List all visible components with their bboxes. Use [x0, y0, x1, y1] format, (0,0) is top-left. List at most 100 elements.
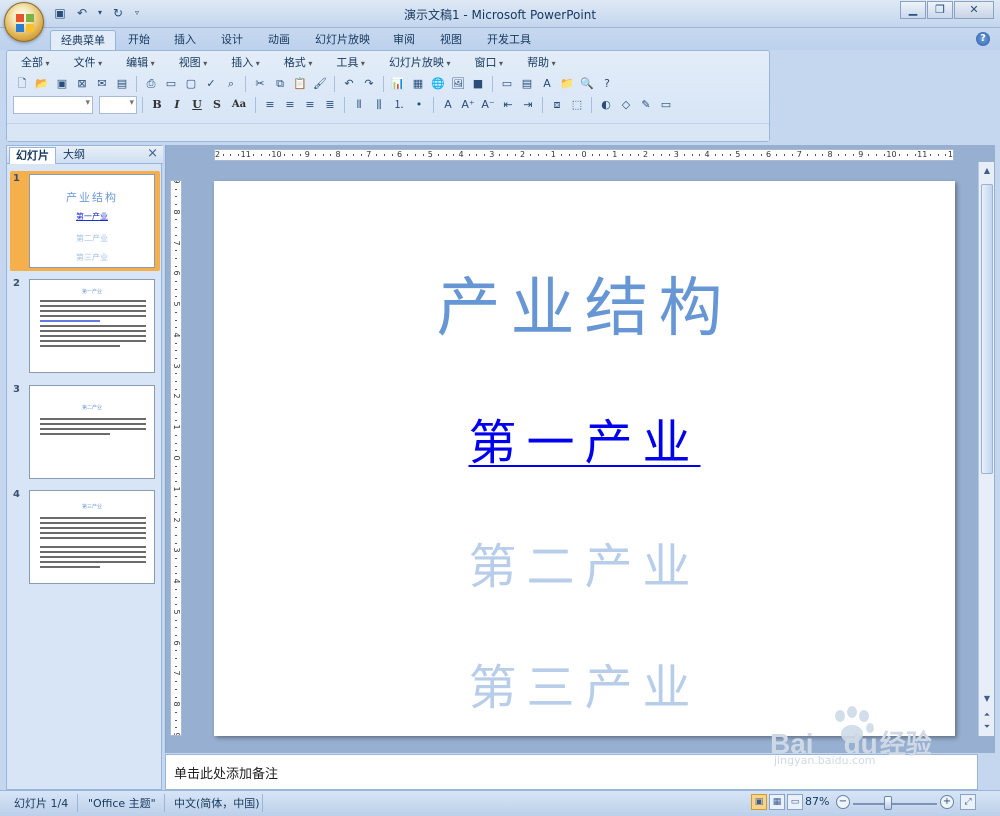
new-slide-icon[interactable]: ▭: [498, 75, 516, 93]
menu-file[interactable]: 文件: [66, 54, 111, 72]
tab-design[interactable]: 设计: [211, 30, 253, 50]
notes-pane[interactable]: 单击此处添加备注: [165, 754, 978, 790]
more-icon[interactable]: ▭: [657, 96, 675, 114]
menu-view[interactable]: 视图: [171, 54, 216, 72]
vertical-scrollbar[interactable]: ▲ ▼ ⏶ ⏷: [978, 162, 994, 736]
theme-indicator[interactable]: "Office 主题": [88, 795, 156, 811]
menu-window[interactable]: 窗口: [467, 54, 512, 72]
grow-font-icon[interactable]: A⁺: [459, 96, 477, 114]
shape-effects-icon[interactable]: ✎: [637, 96, 655, 114]
textbox-icon[interactable]: A: [538, 75, 556, 93]
tab-home[interactable]: 开始: [118, 30, 160, 50]
align-right-icon[interactable]: ≡: [301, 96, 319, 114]
bullets-icon[interactable]: •: [410, 96, 428, 114]
folder-icon[interactable]: 📁: [558, 75, 576, 93]
menu-slideshow[interactable]: 幻灯片放映: [381, 54, 459, 72]
zoom-out-icon[interactable]: −: [836, 795, 850, 809]
office-button[interactable]: [4, 2, 44, 42]
hyperlink-primary-industry[interactable]: 第一产业: [214, 403, 955, 473]
slideshow-view-icon[interactable]: ▭: [787, 794, 803, 810]
font-family-combo[interactable]: [13, 96, 93, 114]
normal-view-icon[interactable]: ▣: [751, 794, 767, 810]
slide-thumbnail-1[interactable]: 1 产业结构 第一产业 第二产业 第三产业: [10, 171, 160, 271]
redo-icon[interactable]: ↷: [360, 75, 378, 93]
shape-fill-icon[interactable]: ◐: [597, 96, 615, 114]
tab-slideshow[interactable]: 幻灯片放映: [305, 30, 380, 50]
save-icon[interactable]: ▣: [53, 75, 71, 93]
align-center-icon[interactable]: ≡: [281, 96, 299, 114]
menu-help[interactable]: 帮助: [519, 54, 564, 72]
slide-sorter-view-icon[interactable]: ▦: [769, 794, 785, 810]
slide-thumbnail-4[interactable]: 4 第三产业: [10, 487, 160, 587]
slide-item-tertiary-industry[interactable]: 第三产业: [214, 648, 955, 718]
tab-slides[interactable]: 幻灯片: [9, 147, 56, 164]
zoom-level[interactable]: 87%: [805, 795, 829, 808]
menu-tools[interactable]: 工具: [328, 54, 373, 72]
email-icon[interactable]: ✉: [93, 75, 111, 93]
fit-to-window-icon[interactable]: ⤢: [960, 794, 976, 810]
tab-classic-menu[interactable]: 经典菜单: [50, 30, 116, 50]
minimize-button[interactable]: ▁: [900, 1, 926, 19]
change-case-button[interactable]: Aa: [228, 96, 250, 114]
print-icon[interactable]: ⎙: [142, 75, 160, 93]
italic-button[interactable]: I: [168, 96, 186, 114]
font-size-combo[interactable]: [99, 96, 137, 114]
numbering-icon[interactable]: ⒈: [390, 96, 408, 114]
next-slide-icon[interactable]: ⏷: [980, 720, 994, 734]
spelling-icon[interactable]: ✓: [202, 75, 220, 93]
tab-animations[interactable]: 动画: [258, 30, 300, 50]
help-icon[interactable]: ?: [976, 32, 990, 46]
menu-insert[interactable]: 插入: [223, 54, 268, 72]
help-small-icon[interactable]: ?: [598, 75, 616, 93]
paste-icon[interactable]: 📋: [291, 75, 309, 93]
justify-icon[interactable]: ≣: [321, 96, 339, 114]
decrease-indent-icon[interactable]: ⇤: [499, 96, 517, 114]
zoom-icon[interactable]: 🔍: [578, 75, 596, 93]
layout-icon[interactable]: ▤: [518, 75, 536, 93]
cut-icon[interactable]: ✂: [251, 75, 269, 93]
hyperlink-text[interactable]: 第一产业: [468, 415, 700, 471]
language-indicator[interactable]: 中文(简体，中国): [174, 795, 260, 811]
copy-icon[interactable]: ⧉: [271, 75, 289, 93]
tab-insert[interactable]: 插入: [164, 30, 206, 50]
arrange-icon[interactable]: ⧈: [548, 96, 566, 114]
scrollbar-thumb[interactable]: [981, 184, 993, 474]
font-color-icon[interactable]: A: [439, 96, 457, 114]
permission-icon[interactable]: ⊠: [73, 75, 91, 93]
tab-view[interactable]: 视图: [430, 30, 472, 50]
text-direction-icon[interactable]: ⫴: [350, 96, 368, 114]
format-painter-icon[interactable]: 🖌: [311, 75, 329, 93]
menu-edit[interactable]: 编辑: [118, 54, 163, 72]
slide-thumbnail-3[interactable]: 3 第二产业: [10, 382, 160, 482]
chart-icon[interactable]: 📊: [389, 75, 407, 93]
menu-format[interactable]: 格式: [276, 54, 321, 72]
notes-placeholder[interactable]: 单击此处添加备注: [174, 763, 278, 782]
menu-all[interactable]: 全部: [13, 54, 58, 72]
tab-outline[interactable]: 大纲: [57, 147, 91, 164]
bold-button[interactable]: B: [148, 96, 166, 114]
hyperlink-icon[interactable]: 🌐: [429, 75, 447, 93]
tab-developer[interactable]: 开发工具: [477, 30, 541, 50]
quick-styles-icon[interactable]: ⬚: [568, 96, 586, 114]
shape-outline-icon[interactable]: ◇: [617, 96, 635, 114]
print-preview-icon[interactable]: ▭: [162, 75, 180, 93]
color-icon[interactable]: ■: [469, 75, 487, 93]
research-icon[interactable]: ⌕: [222, 75, 240, 93]
slide-item-secondary-industry[interactable]: 第二产业: [214, 527, 955, 597]
align-left-icon[interactable]: ≡: [261, 96, 279, 114]
picture-icon[interactable]: 🖼: [449, 75, 467, 93]
slide-thumbnail-2[interactable]: 2 第一产业: [10, 276, 160, 376]
scroll-up-icon[interactable]: ▲: [980, 164, 994, 178]
slide-title[interactable]: 产业结构: [214, 257, 955, 349]
shrink-font-icon[interactable]: A⁻: [479, 96, 497, 114]
new-icon[interactable]: 🗋: [13, 75, 31, 93]
scroll-down-icon[interactable]: ▼: [980, 692, 994, 706]
table-icon[interactable]: ▦: [409, 75, 427, 93]
increase-indent-icon[interactable]: ⇥: [519, 96, 537, 114]
slide-canvas[interactable]: 产业结构 第一产业 第二产业 第三产业: [214, 181, 955, 736]
undo-icon[interactable]: ↶: [340, 75, 358, 93]
open-icon[interactable]: 📂: [33, 75, 51, 93]
zoom-slider-knob[interactable]: [884, 796, 892, 810]
pdf-icon[interactable]: ▤: [113, 75, 131, 93]
close-icon[interactable]: ×: [147, 146, 158, 161]
